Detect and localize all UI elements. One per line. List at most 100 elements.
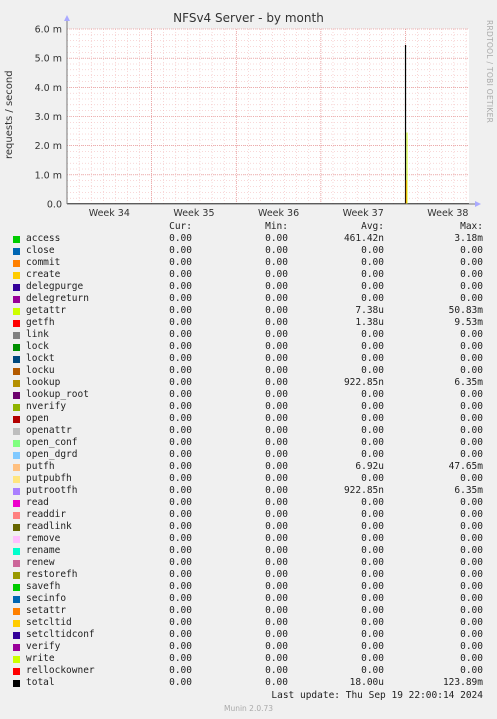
legend-cur-value: 0.00 (169, 533, 192, 544)
legend-swatch-read (13, 500, 20, 507)
legend-row-putrootfh: putrootfh 0.00 0.00 922.85n 6.35m (0, 485, 497, 497)
legend-row-access: access 0.00 0.00 461.42n 3.18m (0, 233, 497, 245)
legend-cur-value: 0.00 (169, 353, 192, 364)
legend-min-value: 0.00 (265, 629, 288, 640)
legend-cur-value: 0.00 (169, 233, 192, 244)
x-tick-label: Week 35 (173, 208, 214, 219)
legend-row-link: link 0.00 0.00 0.00 0.00 (0, 329, 497, 341)
legend-max-value: 0.00 (460, 533, 483, 544)
legend-name: read (26, 497, 49, 508)
legend-swatch-setattr (13, 608, 20, 615)
legend-name: putpubfh (26, 473, 72, 484)
legend-row-open_conf: open_conf 0.00 0.00 0.00 0.00 (0, 437, 497, 449)
legend-name: link (26, 329, 49, 340)
legend-max-value: 0.00 (460, 389, 483, 400)
legend-cur-value: 0.00 (169, 293, 192, 304)
legend-name: lock (26, 341, 49, 352)
legend-name: readlink (26, 521, 72, 532)
legend-min-value: 0.00 (265, 305, 288, 316)
legend-name: putfh (26, 461, 55, 472)
legend-name: setcltid (26, 617, 72, 628)
legend-cur-value: 0.00 (169, 653, 192, 664)
legend-name: verify (26, 641, 61, 652)
legend-max-value: 0.00 (460, 497, 483, 508)
legend-avg-value: 0.00 (361, 533, 384, 544)
legend-avg-value: 0.00 (361, 569, 384, 580)
legend-name: delegreturn (26, 293, 89, 304)
legend-max-value: 0.00 (460, 365, 483, 376)
legend-row-open: open 0.00 0.00 0.00 0.00 (0, 413, 497, 425)
legend-cur-value: 0.00 (169, 257, 192, 268)
legend-min-value: 0.00 (265, 257, 288, 268)
legend-swatch-open (13, 416, 20, 423)
legend-row-lock: lock 0.00 0.00 0.00 0.00 (0, 341, 497, 353)
legend-max-value: 0.00 (460, 593, 483, 604)
legend-cur-value: 0.00 (169, 521, 192, 532)
legend-min-value: 0.00 (265, 329, 288, 340)
legend-name: secinfo (26, 593, 67, 604)
legend-rows: access 0.00 0.00 461.42n 3.18m close 0.00 0.00 0… (0, 233, 497, 689)
legend-swatch-readlink (13, 524, 20, 531)
legend-row-setcltid: setcltid 0.00 0.00 0.00 0.00 (0, 617, 497, 629)
legend-min-value: 0.00 (265, 353, 288, 364)
legend-cur-value: 0.00 (169, 377, 192, 388)
legend-swatch-locku (13, 368, 20, 375)
legend-max-value: 50.83m (448, 305, 483, 316)
legend-min-value: 0.00 (265, 641, 288, 652)
legend-name: remove (26, 533, 61, 544)
legend-name: delegpurge (26, 281, 84, 292)
y-tick-label: 5.0 m (35, 54, 62, 65)
legend-avg-value: 0.00 (361, 581, 384, 592)
legend-max-value: 0.00 (460, 605, 483, 616)
legend-swatch-total (13, 680, 20, 687)
legend-row-close: close 0.00 0.00 0.00 0.00 (0, 245, 497, 257)
legend-row-getattr: getattr 0.00 0.00 7.38u 50.83m (0, 305, 497, 317)
header-avg: Avg: (361, 221, 384, 232)
legend-max-value: 0.00 (460, 281, 483, 292)
legend-cur-value: 0.00 (169, 413, 192, 424)
legend-min-value: 0.00 (265, 677, 288, 688)
legend-avg-value: 0.00 (361, 257, 384, 268)
legend-min-value: 0.00 (265, 365, 288, 376)
legend-cur-value: 0.00 (169, 245, 192, 256)
legend-avg-value: 0.00 (361, 245, 384, 256)
legend-row-total: total 0.00 0.00 18.00u 123.89m (0, 677, 497, 689)
legend-name: open_dgrd (26, 449, 78, 460)
legend-name: rellockowner (26, 665, 95, 676)
x-tick-label: Week 38 (427, 208, 468, 219)
legend-row-setcltidconf: setcltidconf 0.00 0.00 0.00 0.00 (0, 629, 497, 641)
legend-max-value: 0.00 (460, 581, 483, 592)
legend-row-rename: rename 0.00 0.00 0.00 0.00 (0, 545, 497, 557)
legend-name: savefh (26, 581, 61, 592)
legend-avg-value: 0.00 (361, 293, 384, 304)
legend-swatch-savefh (13, 584, 20, 591)
legend-avg-value: 0.00 (361, 593, 384, 604)
legend-row-nverify: nverify 0.00 0.00 0.00 0.00 (0, 401, 497, 413)
legend-avg-value: 0.00 (361, 665, 384, 676)
legend-swatch-access (13, 236, 20, 243)
legend-name: getfh (26, 317, 55, 328)
legend-cur-value: 0.00 (169, 485, 192, 496)
legend-avg-value: 0.00 (361, 497, 384, 508)
legend-max-value: 0.00 (460, 557, 483, 568)
legend-max-value: 6.35m (454, 485, 483, 496)
last-update: Last update: Thu Sep 19 22:00:14 2024 (271, 690, 483, 701)
legend-max-value: 0.00 (460, 401, 483, 412)
legend-max-value: 0.00 (460, 665, 483, 676)
legend-cur-value: 0.00 (169, 341, 192, 352)
legend-min-value: 0.00 (265, 473, 288, 484)
legend-min-value: 0.00 (265, 245, 288, 256)
legend-name: write (26, 653, 55, 664)
legend-header: Cur: Min: Avg: Max: (0, 221, 497, 233)
legend-avg-value: 0.00 (361, 425, 384, 436)
legend-cur-value: 0.00 (169, 305, 192, 316)
legend-avg-value: 0.00 (361, 413, 384, 424)
legend-row-savefh: savefh 0.00 0.00 0.00 0.00 (0, 581, 497, 593)
legend-avg-value: 0.00 (361, 449, 384, 460)
legend-min-value: 0.00 (265, 425, 288, 436)
legend-max-value: 0.00 (460, 569, 483, 580)
header-max: Max: (460, 221, 483, 232)
legend-cur-value: 0.00 (169, 461, 192, 472)
munin-version: Munin 2.0.73 (223, 704, 274, 713)
legend-cur-value: 0.00 (169, 269, 192, 280)
